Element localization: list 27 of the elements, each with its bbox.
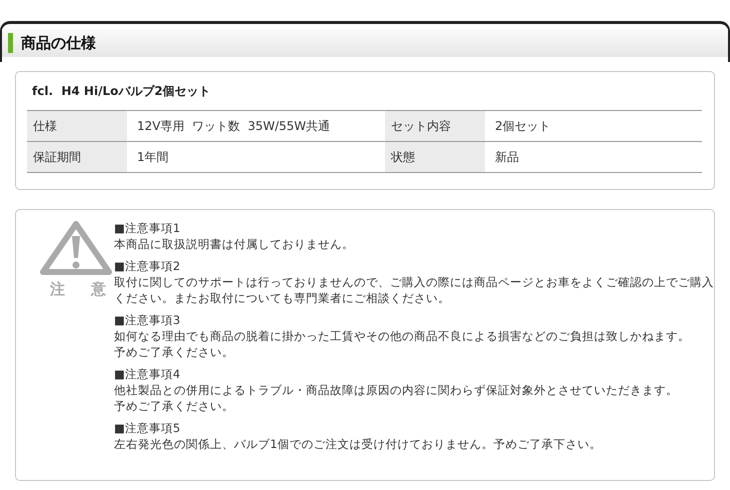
spec-label: セット内容 — [385, 111, 485, 141]
notice-text: 如何なる理由でも商品の脱着に掛かった工賃やその他の商品不良による損害などのご負担は致しかねます。 — [114, 328, 691, 344]
spec-value: 1年間 — [136, 148, 170, 166]
notice-title: ■注意事項5 — [114, 420, 182, 436]
spec-value: 12V専用 ワット数 35W/55W共通 — [136, 118, 332, 134]
notice-title: ■注意事項2 — [114, 258, 182, 274]
spec-value: 新品 — [494, 148, 520, 166]
section-title: 商品の仕様 — [21, 34, 96, 52]
product-name: fcl. H4 Hi/Loバルブ2個セット — [31, 83, 212, 100]
notice-text: ください。またお取付についても専門業者にご相談ください。 — [114, 290, 451, 306]
notice-title: ■注意事項1 — [114, 220, 182, 236]
notice-text: 予めご了承ください。 — [114, 344, 235, 360]
spec-label: 仕様 — [27, 111, 127, 141]
notice-text: 左右発光色の関係上、バルブ1個でのご注文は受け付けておりません。予めご了承下さい。 — [114, 436, 602, 452]
accent-bar — [8, 33, 13, 53]
notice-title: ■注意事項4 — [114, 366, 182, 382]
caution-label: 意 — [91, 280, 106, 299]
notice-text: 本商品に取扱説明書は付属しておりません。 — [114, 236, 355, 252]
notice-title: ■注意事項3 — [114, 312, 182, 328]
spec-label: 状態 — [385, 142, 485, 172]
notice-text: 予めご了承ください。 — [114, 398, 235, 414]
caution-label: 注 — [50, 280, 65, 299]
notice-text: 他社製品との併用によるトラブル・商品故障は原因の内容に関わらず保証対象外とさせていただきます。 — [114, 382, 679, 398]
spec-label: 保証期間 — [27, 142, 127, 172]
notice-text: 取付に関してのサポートは行っておりませんので、ご購入の際には商品ページとお車をよくご確認の上でご購入 — [114, 274, 714, 290]
spec-value: 2個セット — [494, 118, 552, 134]
warning-icon — [40, 220, 112, 276]
